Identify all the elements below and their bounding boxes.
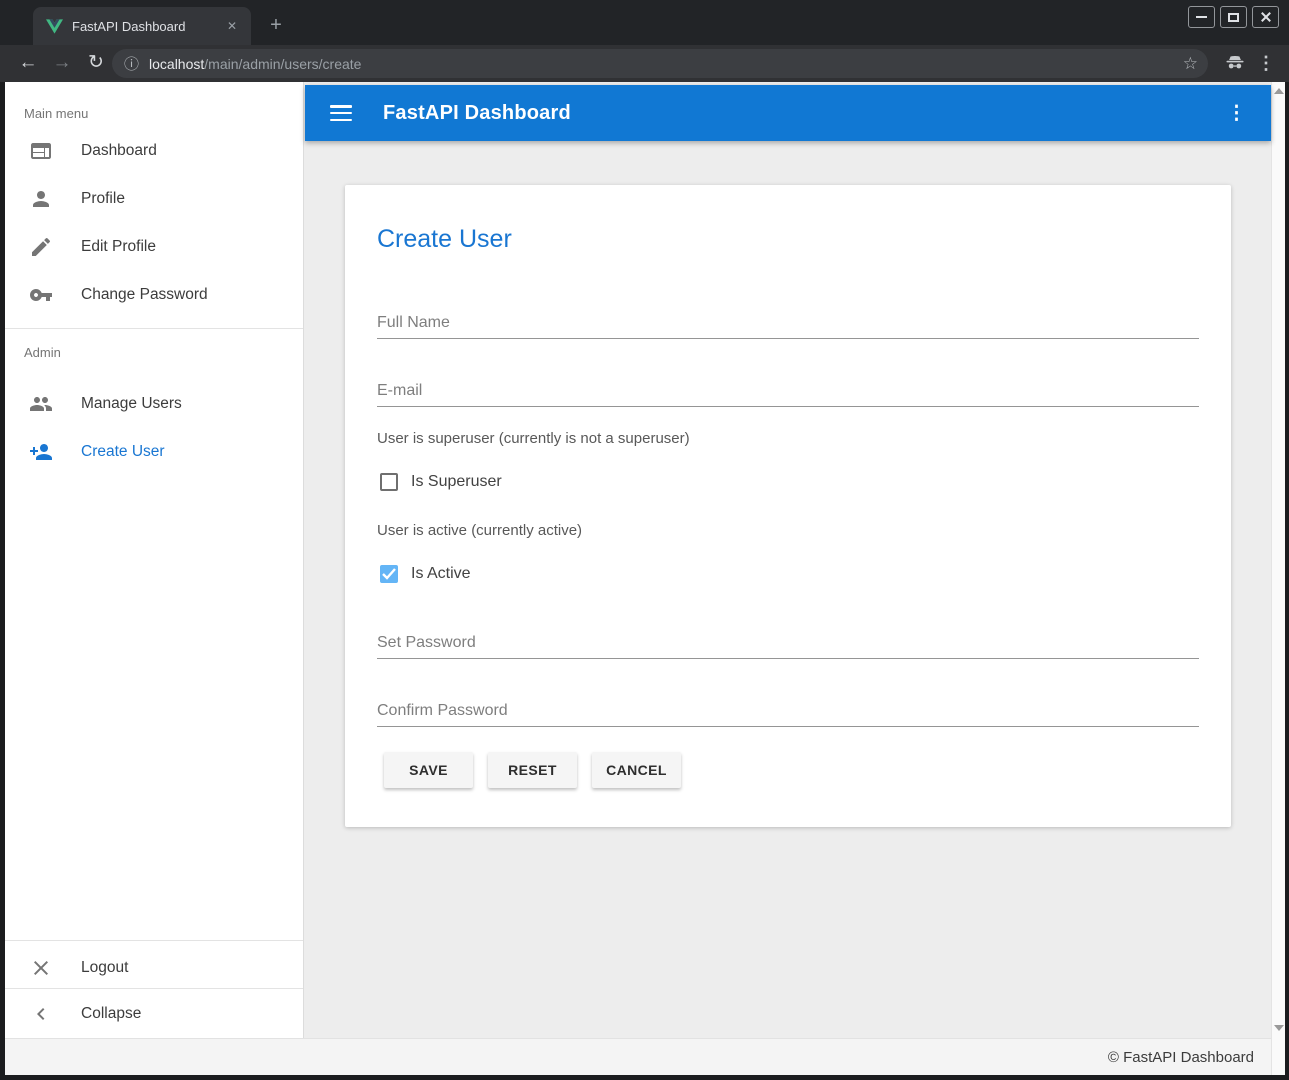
minimize-button[interactable] [1188, 6, 1215, 28]
pencil-icon [29, 235, 53, 259]
new-tab-button[interactable]: + [262, 12, 290, 40]
browser-toolbar: ← → ↻ ⓘ localhost/main/admin/users/creat… [0, 45, 1289, 82]
close-tab-icon[interactable]: ✕ [223, 17, 241, 35]
reset-button[interactable]: RESET [488, 752, 577, 788]
sidebar-item-dashboard[interactable]: Dashboard [5, 127, 303, 175]
minimize-icon [1196, 16, 1207, 18]
browser-menu-icon[interactable]: ⋮ [1257, 50, 1275, 76]
group-icon [29, 392, 53, 416]
is-superuser-checkbox-row[interactable]: Is Superuser [380, 473, 1199, 491]
main-content: Create User User is superuser (currently… [305, 141, 1271, 1038]
page-title: Create User [377, 225, 1199, 254]
maximize-icon [1228, 13, 1239, 22]
scroll-down-icon[interactable] [1274, 1025, 1284, 1031]
person-icon [29, 187, 53, 211]
superuser-hint: User is superuser (currently is not a su… [377, 430, 1199, 447]
confirm-password-field [377, 695, 1199, 727]
hamburger-menu-icon[interactable] [330, 105, 352, 121]
appbar-overflow-icon[interactable]: ⋮ [1227, 104, 1246, 123]
confirm-password-input[interactable] [377, 695, 1199, 727]
is-active-checkbox-row[interactable]: Is Active [380, 565, 1199, 583]
is-active-checkbox[interactable] [380, 565, 398, 583]
check-icon [382, 568, 396, 580]
close-icon [1260, 11, 1272, 23]
is-superuser-checkbox[interactable] [380, 473, 398, 491]
window-controls [1188, 6, 1279, 28]
email-input[interactable] [377, 375, 1199, 407]
copyright-text: © FastAPI Dashboard [1108, 1049, 1254, 1066]
forward-icon[interactable]: → [48, 49, 76, 77]
form-buttons: SAVE RESET CANCEL [384, 752, 1199, 788]
sidebar-section-main-menu: Main menu [5, 82, 303, 127]
full-name-field [377, 307, 1199, 339]
sidebar-bottom: Logout Collapse [5, 940, 303, 1038]
sidebar-item-create-user[interactable]: Create User [5, 428, 303, 476]
maximize-button[interactable] [1220, 6, 1247, 28]
create-user-card: Create User User is superuser (currently… [345, 185, 1231, 827]
bookmark-star-icon[interactable]: ☆ [1183, 54, 1198, 74]
cancel-button[interactable]: CANCEL [592, 752, 681, 788]
sidebar-item-profile[interactable]: Profile [5, 175, 303, 223]
sidebar: Main menu Dashboard Profile Edit Profile [5, 82, 304, 1038]
sidebar-item-change-password[interactable]: Change Password [5, 271, 303, 319]
page-footer: © FastAPI Dashboard [5, 1038, 1271, 1075]
app-bar: FastAPI Dashboard ⋮ [305, 85, 1271, 141]
page-info-icon[interactable]: ⓘ [124, 53, 139, 74]
email-field [377, 375, 1199, 407]
close-x-icon [29, 956, 53, 980]
web-page: Main menu Dashboard Profile Edit Profile [5, 82, 1285, 1075]
active-hint: User is active (currently active) [377, 522, 1199, 539]
browser-tab[interactable]: FastAPI Dashboard ✕ [33, 7, 251, 45]
reload-icon[interactable]: ↻ [82, 49, 110, 77]
sidebar-item-edit-profile[interactable]: Edit Profile [5, 223, 303, 271]
browser-window: FastAPI Dashboard ✕ + ← → ↻ ⓘ localhost/… [0, 0, 1289, 1080]
sidebar-item-collapse[interactable]: Collapse [5, 988, 303, 1038]
vue-logo-icon [46, 19, 63, 34]
dashboard-icon [29, 139, 53, 163]
set-password-input[interactable] [377, 627, 1199, 659]
full-name-input[interactable] [377, 307, 1199, 339]
sidebar-section-admin: Admin [5, 329, 303, 366]
save-button[interactable]: SAVE [384, 752, 473, 788]
is-active-label: Is Active [411, 565, 471, 583]
sidebar-item-logout[interactable]: Logout [5, 940, 303, 988]
page-scrollbar[interactable] [1271, 82, 1285, 1075]
set-password-field [377, 627, 1199, 659]
person-add-icon [29, 440, 53, 464]
incognito-icon [1223, 50, 1247, 79]
is-superuser-label: Is Superuser [411, 473, 502, 491]
chevron-left-icon [29, 1002, 53, 1026]
tab-title: FastAPI Dashboard [72, 19, 223, 34]
app-title: FastAPI Dashboard [383, 102, 571, 125]
scroll-up-icon[interactable] [1274, 88, 1284, 94]
key-icon [29, 283, 53, 307]
tab-strip: FastAPI Dashboard ✕ + [0, 0, 1289, 45]
url-text[interactable]: localhost/main/admin/users/create [149, 56, 1183, 72]
sidebar-item-manage-users[interactable]: Manage Users [5, 380, 303, 428]
back-icon[interactable]: ← [14, 49, 42, 77]
address-bar[interactable]: ⓘ localhost/main/admin/users/create ☆ [112, 49, 1208, 78]
close-window-button[interactable] [1252, 6, 1279, 28]
